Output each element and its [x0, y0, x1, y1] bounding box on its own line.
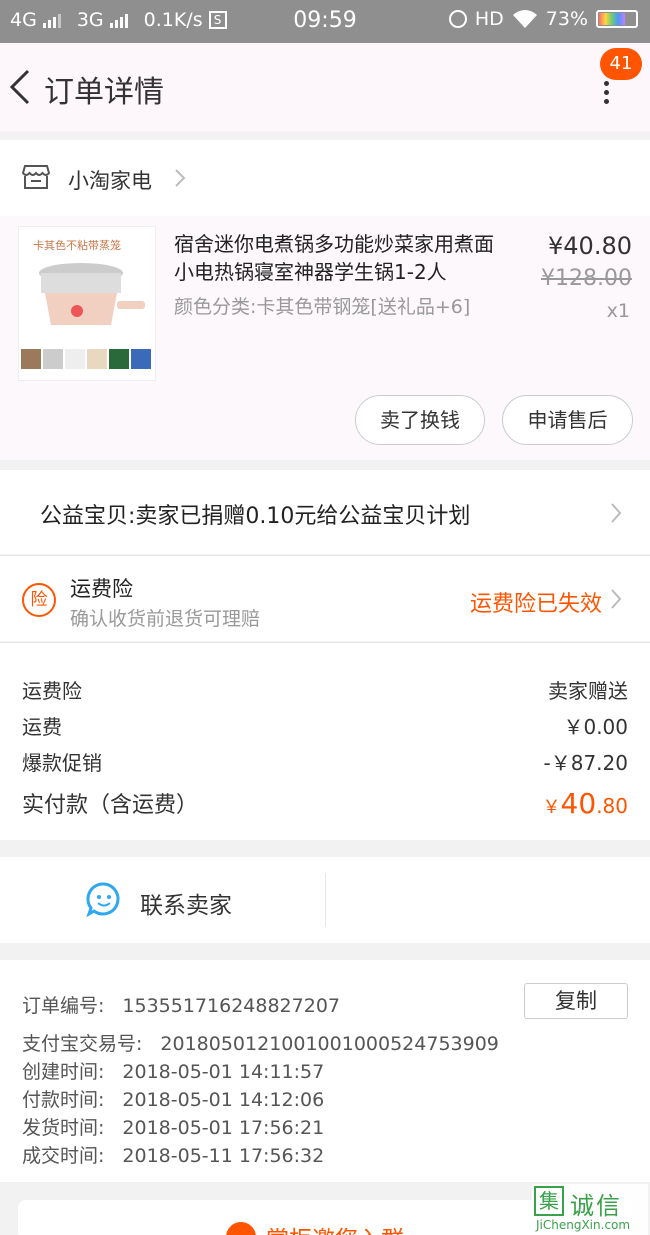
shipped-time-line: 发货时间: 2018-05-01 17:56:21	[22, 1117, 325, 1139]
product-price: ¥40.80	[548, 232, 632, 260]
paid-time-line: 付款时间: 2018-05-01 14:12:06	[22, 1089, 325, 1111]
watermark-mark: 集	[534, 1186, 564, 1216]
status-bar: 4G 3G 0.1K/s S 09:59 HD 73%	[0, 0, 650, 43]
contact-seller-button[interactable]: 联系卖家	[140, 886, 232, 920]
join-group-text: 掌柜邀您入群	[266, 1220, 404, 1235]
copy-button[interactable]: 复制	[524, 983, 628, 1019]
shipping-insurance-row[interactable]: 险 运费险 确认收货前退货可理赔 运费险已失效	[0, 555, 650, 641]
status-right: HD 73%	[448, 8, 638, 30]
resell-button[interactable]: 卖了换钱	[355, 395, 485, 445]
fee-value: -￥87.20	[543, 751, 628, 775]
chat-bubble-icon[interactable]	[86, 881, 122, 917]
watermark-name: 诚信	[570, 1192, 622, 1220]
chevron-right-icon	[611, 503, 622, 523]
divider	[325, 873, 326, 927]
watermark-url: JiChengXin.com	[536, 1218, 631, 1232]
page-title: 订单详情	[44, 75, 164, 110]
charity-row[interactable]: 公益宝贝:卖家已捐赠0.10元给公益宝贝计划	[0, 470, 650, 554]
fee-value: ￥0.00	[563, 715, 628, 739]
order-number-line: 订单编号: 153551716248827207	[22, 995, 340, 1017]
after-sale-button[interactable]: 申请售后	[502, 395, 633, 445]
product-original-price: ¥128.00	[541, 266, 632, 291]
goods-item[interactable]: 卡其色不粘带蒸笼 宿舍迷你电煮锅多功能炒菜家用煮面小电热锅寝室神器学生锅1-2人…	[0, 216, 650, 460]
alipay-trade-no-line: 支付宝交易号: 2018050121001001000524753909	[22, 1033, 499, 1055]
fee-label: 运费险	[22, 679, 82, 703]
product-sku: 颜色分类:卡其色带钢笼[送礼品+6]	[174, 296, 471, 318]
chevron-right-icon	[175, 169, 186, 187]
order-info: 订单编号: 153551716248827207 复制 支付宝交易号: 201805…	[0, 960, 650, 1182]
battery-percent: 73%	[545, 8, 588, 30]
alarm-icon	[448, 10, 467, 28]
insurance-status: 运费险已失效	[469, 592, 602, 617]
product-thumbnail: 卡其色不粘带蒸笼	[18, 226, 156, 381]
fee-label: 爆款促销	[22, 751, 102, 775]
watermark-logo: 集 诚信 JiChengXin.com	[532, 1184, 648, 1235]
insurance-subtitle: 确认收货前退货可理赔	[70, 608, 261, 630]
product-quantity: x1	[606, 300, 630, 322]
battery-icon	[596, 10, 638, 28]
nav-bar: 订单详情 41	[0, 43, 650, 131]
group-icon	[226, 1222, 256, 1235]
fee-label: 运费	[22, 715, 62, 739]
product-name: 宿舍迷你电煮锅多功能炒菜家用煮面小电热锅寝室神器学生锅1-2人	[174, 232, 494, 284]
total-label: 实付款（含运费）	[22, 793, 199, 818]
fee-summary: 运费险 卖家赠送 运费 ￥0.00 爆款促销 -￥87.20 实付款（含运费） …	[0, 642, 650, 840]
shop-icon	[22, 165, 50, 189]
total-amount: ￥40.80	[542, 787, 628, 820]
more-menu-icon[interactable]	[596, 81, 616, 109]
charity-text: 公益宝贝:卖家已捐赠0.10元给公益宝贝计划	[40, 504, 471, 529]
chevron-right-icon	[611, 589, 622, 609]
insurance-title: 运费险	[70, 577, 133, 601]
insurance-icon: 险	[22, 583, 56, 617]
fee-value: 卖家赠送	[548, 679, 628, 703]
message-count-badge: 41	[600, 48, 642, 80]
completed-time-line: 成交时间: 2018-05-11 17:56:32	[22, 1145, 325, 1167]
hd-label: HD	[474, 8, 504, 30]
wifi-icon	[512, 10, 537, 28]
contact-bar: 联系卖家	[0, 857, 650, 943]
thumbnail-caption: 卡其色不粘带蒸笼	[33, 239, 121, 252]
back-arrow-icon[interactable]	[8, 69, 32, 105]
created-time-line: 创建时间: 2018-05-01 14:11:57	[22, 1061, 325, 1083]
shop-name: 小淘家电	[68, 169, 152, 193]
shop-row[interactable]: 小淘家电	[0, 140, 650, 216]
